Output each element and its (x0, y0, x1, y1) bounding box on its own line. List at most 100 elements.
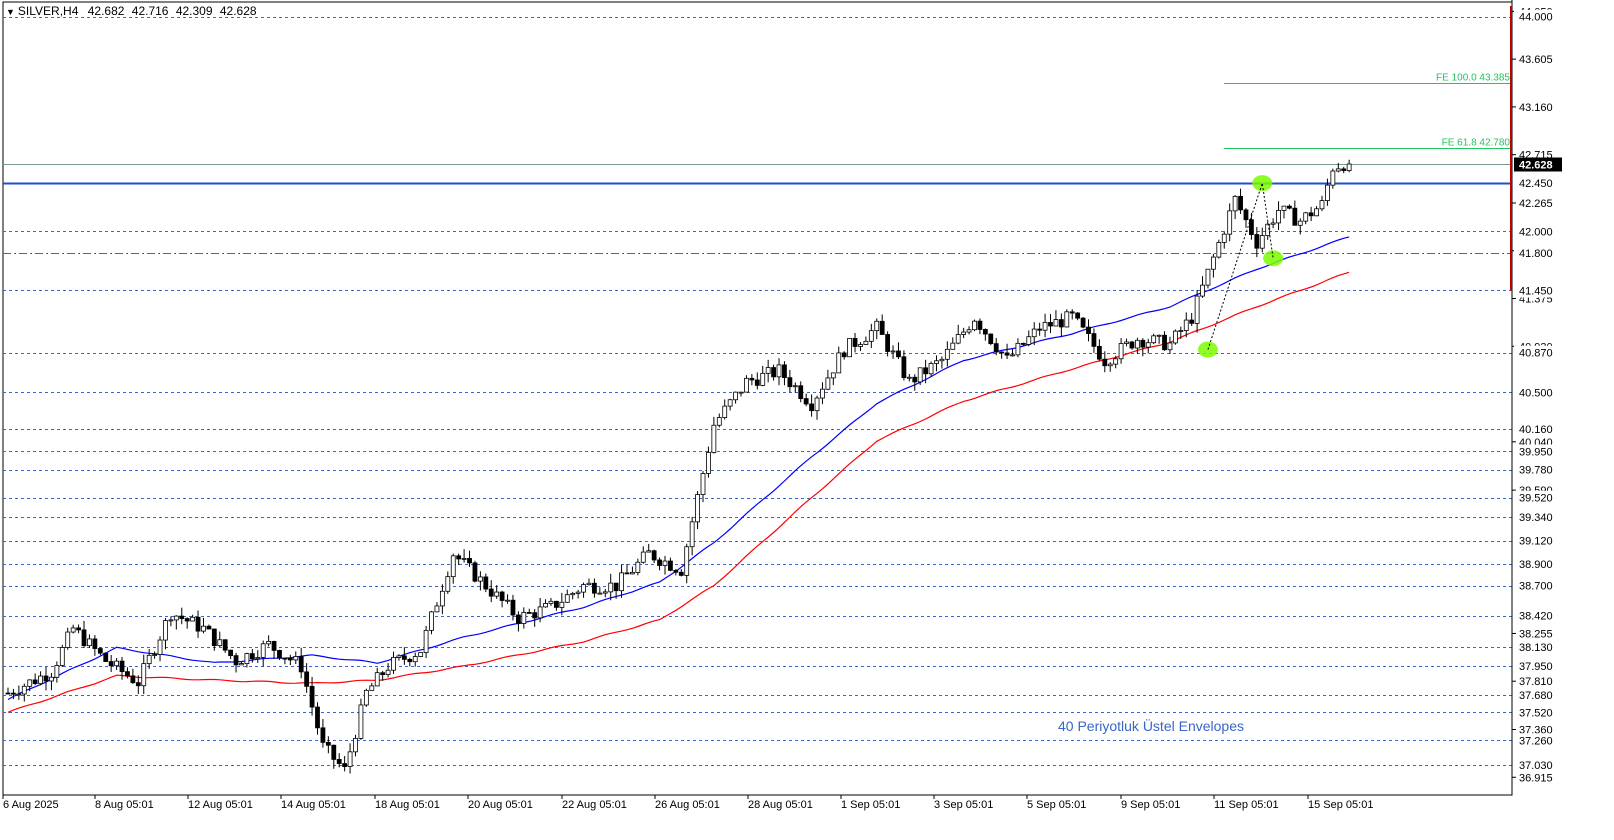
candle-body (201, 625, 206, 632)
candle-body (515, 614, 521, 624)
level-tag-label: 39.340 (1519, 512, 1553, 524)
candle-body (765, 367, 771, 374)
candle-body (597, 592, 603, 595)
candle-body (380, 672, 386, 675)
candle-body (1096, 345, 1102, 360)
axis-tick-label: 37.810 (1519, 676, 1553, 688)
candle-body (744, 377, 749, 393)
level-tag-label: 42.000 (1519, 226, 1553, 238)
time-tick-label: 15 Sep 05:01 (1308, 799, 1373, 811)
candle-body (429, 611, 434, 631)
level-tag-label: 37.260 (1519, 735, 1553, 747)
time-tick-label: 1 Sep 05:01 (841, 799, 900, 811)
candle-body (54, 665, 60, 678)
candle-body (1151, 335, 1157, 344)
axis-tick-label: 38.255 (1519, 628, 1553, 640)
candle-body (92, 638, 98, 649)
candle-body (1287, 205, 1292, 209)
candle-body (222, 639, 228, 651)
candle-body (847, 338, 853, 358)
time-tick-label: 18 Aug 05:01 (375, 799, 440, 811)
envelope-upper-line (7, 236, 1350, 701)
candle-body (1075, 312, 1081, 319)
candle-body (309, 685, 315, 708)
time-tick-label: 14 Aug 05:01 (281, 799, 346, 811)
level-tag-label: 38.700 (1519, 581, 1553, 593)
candle-body (27, 679, 33, 687)
candle-body (1048, 322, 1053, 327)
candle-body (108, 661, 114, 667)
candle-body (787, 377, 793, 388)
time-tick-label: 6 Aug 2025 (3, 799, 59, 811)
candle-body (999, 351, 1005, 354)
candle-body (168, 619, 174, 622)
candle-body (651, 550, 657, 561)
candlesticks (5, 159, 1352, 774)
candle-body (505, 599, 510, 602)
candle-body (896, 350, 901, 358)
candle-body (1346, 163, 1352, 171)
candle-body (184, 618, 190, 622)
candle-body (103, 652, 109, 662)
candle-body (114, 660, 119, 667)
candle-body (152, 654, 158, 656)
candle-body (1086, 326, 1091, 334)
candle-body (119, 660, 125, 673)
candle-body (472, 562, 478, 582)
candle-body (1031, 328, 1037, 338)
candle-body (461, 557, 467, 560)
candle-body (858, 344, 863, 347)
candle-body (1297, 220, 1303, 226)
candle-body (760, 372, 766, 386)
candle-body (434, 605, 440, 613)
candle-body (1330, 170, 1336, 186)
candle-body (1308, 212, 1314, 217)
candle-body (336, 758, 342, 764)
level-tag-label: 38.900 (1519, 559, 1553, 571)
candle-body (81, 629, 87, 647)
candle-body (939, 358, 945, 362)
candle-body (32, 679, 38, 684)
candle-body (727, 399, 733, 407)
candle-body (928, 363, 934, 375)
candle-body (874, 320, 880, 332)
candle-body (972, 320, 977, 331)
candle-body (239, 663, 244, 666)
level-tag-label: 40.160 (1519, 424, 1553, 436)
candle-body (1004, 352, 1010, 356)
candle-body (613, 582, 619, 592)
candle-body (163, 620, 168, 641)
candle-body (249, 653, 255, 660)
candle-body (266, 641, 272, 645)
candle-body (467, 557, 472, 564)
candle-body (961, 331, 967, 335)
candle-body (630, 572, 635, 575)
time-tick-label: 5 Sep 05:01 (1027, 799, 1086, 811)
candle-body (1259, 235, 1265, 249)
level-tag-label: 40.870 (1519, 348, 1553, 360)
candle-body (988, 333, 994, 345)
candle-body (488, 588, 494, 597)
candle-body (608, 582, 614, 593)
level-tag-label: 39.520 (1519, 493, 1553, 505)
time-tick-label: 12 Aug 05:01 (188, 799, 253, 811)
candle-body (852, 338, 858, 347)
candle-body (879, 320, 885, 335)
candle-body (1140, 339, 1146, 348)
price-chart[interactable]: FE 100.0 43.385FE 61.8 42.780 44.05043.6… (0, 0, 1614, 840)
candle-body (146, 654, 152, 665)
candle-body (49, 676, 54, 682)
candle-body (499, 591, 505, 601)
candle-body (260, 643, 266, 658)
candle-body (217, 639, 223, 647)
candle-body (1189, 319, 1195, 324)
candle-body (16, 693, 22, 696)
level-tag-label: 37.680 (1519, 690, 1553, 702)
swing-point-marker (1252, 175, 1273, 192)
candle-body (711, 424, 717, 453)
candle-body (662, 560, 668, 566)
candle-body (1243, 209, 1249, 221)
annotations: 40 Periyotluk Üstel Envelopes (1058, 717, 1244, 734)
candle-body (1172, 330, 1178, 344)
candle-body (678, 571, 684, 576)
